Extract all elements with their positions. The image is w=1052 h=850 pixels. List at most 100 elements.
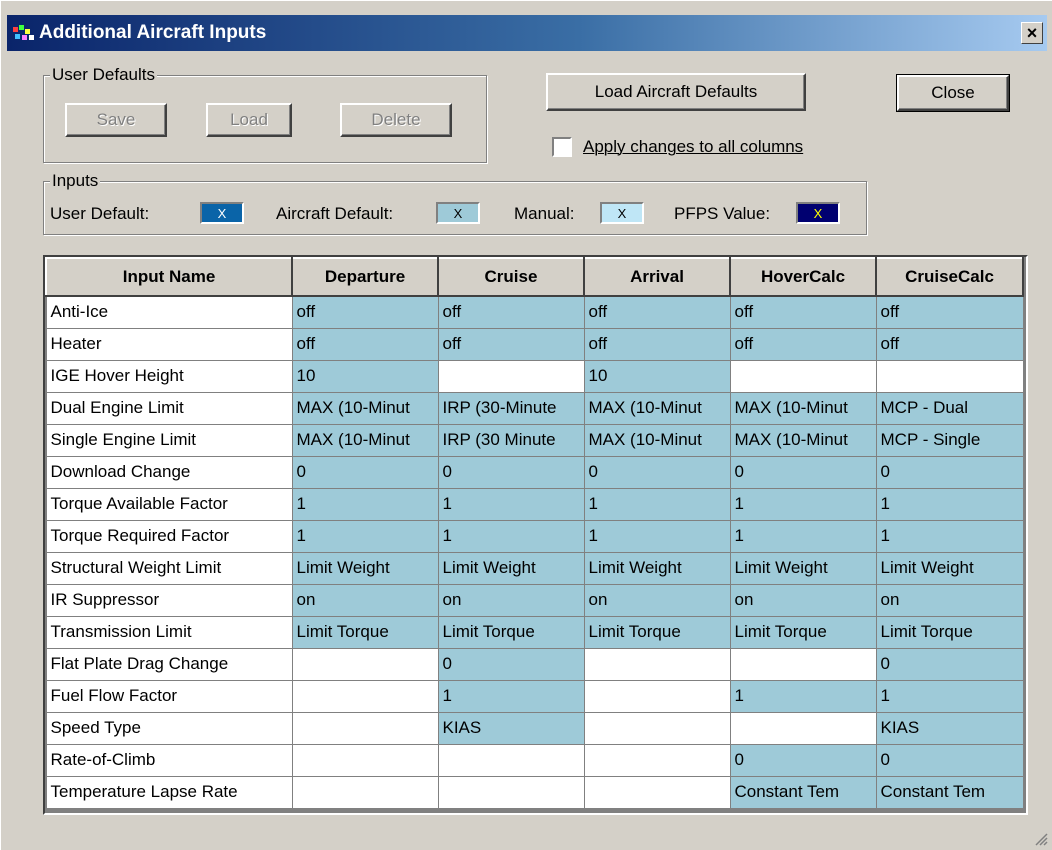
value-cell[interactable]: MCP - Dual: [875, 391, 1024, 425]
value-cell[interactable]: Limit Weight: [875, 551, 1024, 585]
value-cell[interactable]: [291, 775, 439, 809]
value-cell[interactable]: Limit Weight: [437, 551, 585, 585]
value-cell[interactable]: 0: [875, 647, 1024, 681]
value-cell[interactable]: 1: [729, 679, 877, 713]
value-cell[interactable]: [583, 711, 731, 745]
value-cell[interactable]: off: [875, 327, 1024, 361]
column-header[interactable]: HoverCalc: [729, 257, 877, 297]
column-header[interactable]: Input Name: [45, 257, 293, 297]
value-cell[interactable]: off: [291, 295, 439, 329]
value-cell[interactable]: 1: [875, 487, 1024, 521]
title-bar[interactable]: Additional Aircraft Inputs ×: [7, 15, 1047, 51]
value-cell[interactable]: 10: [291, 359, 439, 393]
value-cell[interactable]: [437, 743, 585, 777]
value-cell[interactable]: [583, 743, 731, 777]
input-name-cell: IR Suppressor: [45, 583, 293, 617]
value-cell[interactable]: [729, 711, 877, 745]
value-cell[interactable]: [291, 743, 439, 777]
value-cell[interactable]: off: [583, 295, 731, 329]
value-cell[interactable]: MAX (10-Minut: [729, 423, 877, 457]
value-cell[interactable]: 1: [875, 519, 1024, 553]
value-cell[interactable]: Limit Weight: [583, 551, 731, 585]
value-cell[interactable]: Limit Torque: [583, 615, 731, 649]
value-cell[interactable]: off: [437, 295, 585, 329]
value-cell[interactable]: [437, 775, 585, 809]
close-icon[interactable]: ×: [1021, 22, 1043, 44]
value-cell[interactable]: KIAS: [437, 711, 585, 745]
value-cell[interactable]: off: [437, 327, 585, 361]
close-button[interactable]: Close: [896, 74, 1010, 112]
value-cell[interactable]: Limit Torque: [291, 615, 439, 649]
value-cell[interactable]: IRP (30-Minute: [437, 391, 585, 425]
resize-grip-icon[interactable]: [1034, 832, 1048, 846]
value-cell[interactable]: [875, 359, 1024, 393]
value-cell[interactable]: 0: [291, 455, 439, 489]
value-cell[interactable]: Limit Weight: [729, 551, 877, 585]
value-cell[interactable]: on: [583, 583, 731, 617]
value-cell[interactable]: [437, 359, 585, 393]
value-cell[interactable]: MAX (10-Minut: [583, 423, 731, 457]
value-cell[interactable]: 1: [437, 487, 585, 521]
load-aircraft-defaults-button[interactable]: Load Aircraft Defaults: [546, 73, 806, 111]
value-cell[interactable]: 1: [437, 679, 585, 713]
value-cell[interactable]: [291, 679, 439, 713]
column-header[interactable]: Arrival: [583, 257, 731, 297]
value-cell[interactable]: MAX (10-Minut: [729, 391, 877, 425]
value-cell[interactable]: Limit Torque: [437, 615, 585, 649]
value-cell[interactable]: 1: [291, 519, 439, 553]
value-cell[interactable]: Limit Torque: [729, 615, 877, 649]
value-cell[interactable]: off: [729, 327, 877, 361]
column-header[interactable]: CruiseCalc: [875, 257, 1024, 297]
value-cell[interactable]: off: [583, 327, 731, 361]
column-header[interactable]: Cruise: [437, 257, 585, 297]
value-cell[interactable]: [583, 775, 731, 809]
value-cell[interactable]: [291, 647, 439, 681]
value-cell[interactable]: MCP - Single: [875, 423, 1024, 457]
value-cell[interactable]: off: [291, 327, 439, 361]
value-cell[interactable]: 0: [583, 455, 731, 489]
save-button[interactable]: Save: [65, 103, 167, 137]
input-name-cell: Temperature Lapse Rate: [45, 775, 293, 809]
value-cell[interactable]: on: [729, 583, 877, 617]
column-header[interactable]: Departure: [291, 257, 439, 297]
value-cell[interactable]: off: [875, 295, 1024, 329]
value-cell[interactable]: on: [437, 583, 585, 617]
value-cell[interactable]: IRP (30 Minute: [437, 423, 585, 457]
value-cell[interactable]: 1: [437, 519, 585, 553]
load-button[interactable]: Load: [206, 103, 292, 137]
value-cell[interactable]: 0: [875, 743, 1024, 777]
value-cell[interactable]: [291, 711, 439, 745]
value-cell[interactable]: 0: [875, 455, 1024, 489]
value-cell[interactable]: [729, 359, 877, 393]
value-cell[interactable]: 0: [437, 455, 585, 489]
value-cell[interactable]: 0: [437, 647, 585, 681]
apply-all-label[interactable]: Apply changes to all columns: [583, 137, 803, 157]
value-cell[interactable]: 0: [729, 743, 877, 777]
value-cell[interactable]: Constant Tem: [729, 775, 877, 809]
value-cell[interactable]: KIAS: [875, 711, 1024, 745]
value-cell[interactable]: MAX (10-Minut: [291, 391, 439, 425]
value-cell[interactable]: 1: [875, 679, 1024, 713]
value-cell[interactable]: [729, 647, 877, 681]
inputs-grid[interactable]: Input Name Departure Cruise Arrival HoverCal…: [43, 255, 1028, 815]
apply-all-checkbox[interactable]: [552, 137, 572, 157]
value-cell[interactable]: [583, 647, 731, 681]
value-cell[interactable]: 1: [583, 519, 731, 553]
value-cell[interactable]: 1: [729, 519, 877, 553]
value-cell[interactable]: off: [729, 295, 877, 329]
value-cell[interactable]: 10: [583, 359, 731, 393]
value-cell[interactable]: 0: [729, 455, 877, 489]
value-cell[interactable]: on: [875, 583, 1024, 617]
value-cell[interactable]: Constant Tem: [875, 775, 1024, 809]
value-cell[interactable]: Limit Weight: [291, 551, 439, 585]
value-cell[interactable]: 1: [729, 487, 877, 521]
value-cell[interactable]: Limit Torque: [875, 615, 1024, 649]
value-cell[interactable]: 1: [583, 487, 731, 521]
value-cell[interactable]: [583, 679, 731, 713]
value-cell[interactable]: on: [291, 583, 439, 617]
value-cell[interactable]: MAX (10-Minut: [291, 423, 439, 457]
value-cell[interactable]: 1: [291, 487, 439, 521]
manual-label: Manual:: [514, 204, 575, 223]
value-cell[interactable]: MAX (10-Minut: [583, 391, 731, 425]
delete-button[interactable]: Delete: [340, 103, 452, 137]
